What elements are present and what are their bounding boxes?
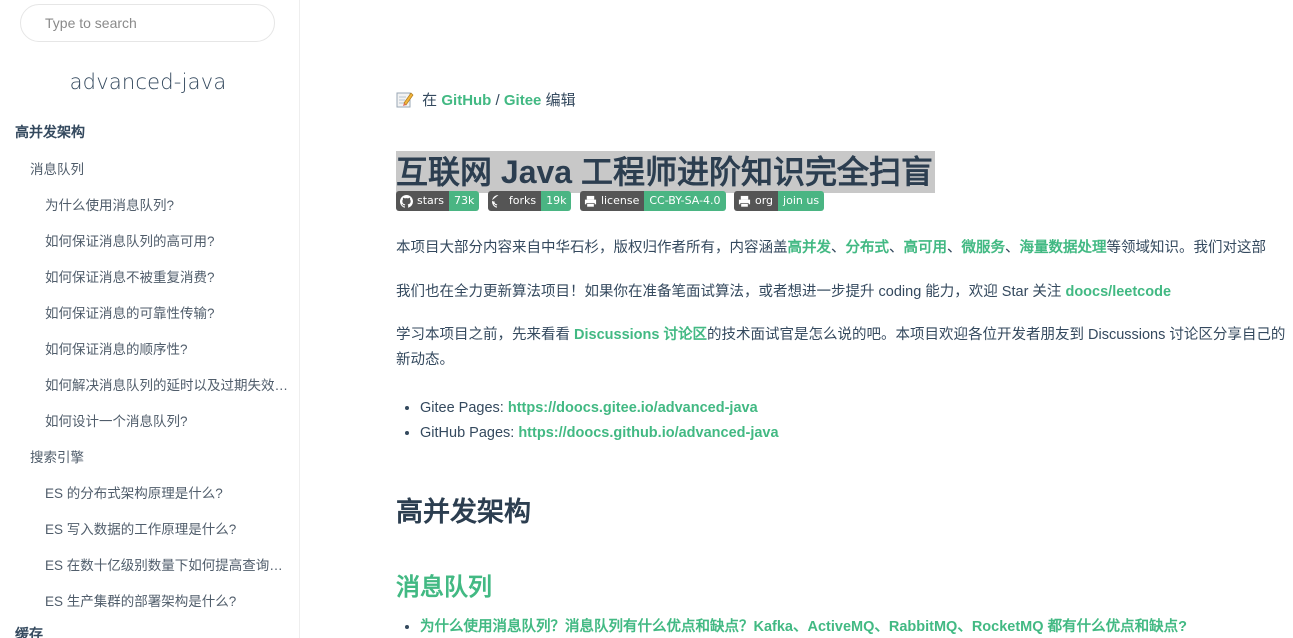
sidebar-item-es-arch[interactable]: ES 的分布式架构原理是什么?	[45, 482, 290, 502]
github-icon	[491, 194, 499, 208]
leetcode-link[interactable]: doocs/leetcode	[1065, 284, 1171, 300]
edit-line: 在 GitHub / Gitee 编辑	[396, 89, 576, 110]
intro-text: 的技术面试官是怎么说的吧。本项目欢迎各位开发者朋友到 Discussions 讨…	[706, 327, 1286, 343]
badge-value: 73k	[449, 191, 480, 211]
printer-icon	[584, 195, 597, 207]
topic-link-high-concurrency[interactable]: 高并发	[788, 240, 832, 256]
badge-value: CC-BY-SA-4.0	[644, 191, 726, 211]
sidebar-item-cache[interactable]: 缓存	[15, 624, 43, 638]
search-box[interactable]	[20, 4, 275, 42]
sidebar-item-es-write[interactable]: ES 写入数据的工作原理是什么?	[45, 518, 290, 538]
main-content: 在 GitHub / Gitee 编辑 互联网 Java 工程师进阶知识完全扫盲…	[396, 0, 1293, 638]
separator: 、	[889, 240, 904, 256]
separator: 、	[831, 240, 846, 256]
edit-prefix: 在	[422, 92, 438, 109]
page-title: 互联网 Java 工程师进阶知识完全扫盲	[396, 151, 935, 194]
list-item: GitHub Pages: https://doocs.github.io/ad…	[420, 421, 779, 446]
search-input[interactable]	[43, 5, 273, 41]
gitee-edit-link[interactable]: Gitee	[504, 92, 542, 109]
sidebar-item-mq-order[interactable]: 如何保证消息的顺序性?	[45, 338, 290, 358]
gitee-pages-link[interactable]: https://doocs.gitee.io/advanced-java	[508, 400, 758, 416]
sidebar: advanced-java 高并发架构 消息队列 为什么使用消息队列? 如何保证…	[0, 0, 300, 638]
edit-separator: /	[495, 92, 500, 109]
stars-badge[interactable]: stars 73k	[396, 191, 480, 211]
sidebar-item-es-deploy[interactable]: ES 生产集群的部署架构是什么?	[45, 590, 290, 610]
faq-list: 为什么使用消息队列？消息队列有什么优点和缺点？Kafka、ActiveMQ、Ra…	[396, 615, 1187, 638]
separator: 、	[1005, 240, 1020, 256]
intro-text: 学习本项目之前，先来看看	[396, 327, 575, 343]
sidebar-item-why-mq[interactable]: 为什么使用消息队列?	[45, 194, 290, 214]
github-pages-link[interactable]: https://doocs.github.io/advanced-java	[518, 425, 778, 441]
badge-label: forks	[508, 194, 537, 207]
badge-row: stars 73k forks 19k license CC-BY-SA-4.0…	[396, 191, 828, 211]
faq-link-why-mq[interactable]: 为什么使用消息队列？消息队列有什么优点和缺点？Kafka、ActiveMQ、Ra…	[420, 619, 1187, 635]
sidebar-item-message-queue[interactable]: 消息队列	[30, 158, 84, 178]
org-badge[interactable]: org join us	[734, 191, 825, 211]
badge-label: org	[755, 194, 774, 207]
list-item: 为什么使用消息队列？消息队列有什么优点和缺点？Kafka、ActiveMQ、Ra…	[420, 615, 1187, 638]
sidebar-item-search-engine[interactable]: 搜索引擎	[30, 446, 84, 466]
pages-label: GitHub Pages:	[420, 425, 519, 441]
discussions-link[interactable]: Discussions 讨论区	[574, 327, 707, 343]
intro-text: 我们也在全力更新算法项目！如果你在准备笔面试算法，或者想进一步提升 coding…	[396, 284, 1066, 300]
separator: 、	[947, 240, 962, 256]
topic-link-massive-data[interactable]: 海量数据处理	[1020, 240, 1107, 256]
printer-icon	[738, 195, 751, 207]
sidebar-item-mq-delay[interactable]: 如何解决消息队列的延时以及过期失效问题?	[45, 374, 290, 394]
app-name[interactable]: advanced-java	[0, 70, 296, 94]
pages-label: Gitee Pages:	[420, 400, 508, 416]
subsection-heading[interactable]: 消息队列	[396, 567, 492, 602]
sidebar-item-mq-reliable[interactable]: 如何保证消息的可靠性传输?	[45, 302, 290, 322]
intro-tail: 等领域知识。我们对这部	[1106, 240, 1267, 256]
sidebar-item-mq-ha[interactable]: 如何保证消息队列的高可用?	[45, 230, 290, 250]
forks-badge[interactable]: forks 19k	[487, 191, 572, 211]
github-icon	[400, 194, 413, 208]
intro-paragraph-3: 学习本项目之前，先来看看 Discussions 讨论区的技术面试官是怎么说的吧…	[396, 323, 1285, 348]
topic-link-high-availability[interactable]: 高可用	[904, 240, 948, 256]
license-badge[interactable]: license CC-BY-SA-4.0	[579, 191, 726, 211]
intro-paragraph-1: 本项目大部分内容来自中华石杉，版权归作者所有，内容涵盖高并发、分布式、高可用、微…	[396, 236, 1266, 261]
sidebar-item-high-concurrency[interactable]: 高并发架构	[15, 122, 85, 142]
sidebar-item-mq-dedup[interactable]: 如何保证消息不被重复消费?	[45, 266, 290, 286]
sidebar-item-mq-design[interactable]: 如何设计一个消息队列?	[45, 410, 290, 430]
list-item: Gitee Pages: https://doocs.gitee.io/adva…	[420, 396, 779, 421]
intro-paragraph-2: 我们也在全力更新算法项目！如果你在准备笔面试算法，或者想进一步提升 coding…	[396, 280, 1171, 305]
intro-text: 本项目大部分内容来自中华石杉，版权归作者所有，内容涵盖	[396, 240, 788, 256]
pages-list: Gitee Pages: https://doocs.gitee.io/adva…	[396, 396, 779, 446]
section-heading: 高并发架构	[396, 497, 531, 527]
topic-link-microservices[interactable]: 微服务	[962, 240, 1006, 256]
github-edit-link[interactable]: GitHub	[441, 92, 491, 109]
memo-pencil-icon	[396, 90, 414, 108]
sidebar-item-es-query[interactable]: ES 在数十亿级别数量下如何提高查询效率?	[45, 554, 290, 574]
intro-paragraph-3-line-2: 新动态。	[396, 352, 454, 368]
edit-suffix: 编辑	[545, 92, 576, 109]
badge-label: license	[600, 194, 640, 207]
badge-label: stars	[417, 194, 445, 207]
badge-value: 19k	[541, 191, 572, 211]
topic-link-distributed[interactable]: 分布式	[846, 240, 890, 256]
badge-value: join us	[778, 191, 825, 211]
